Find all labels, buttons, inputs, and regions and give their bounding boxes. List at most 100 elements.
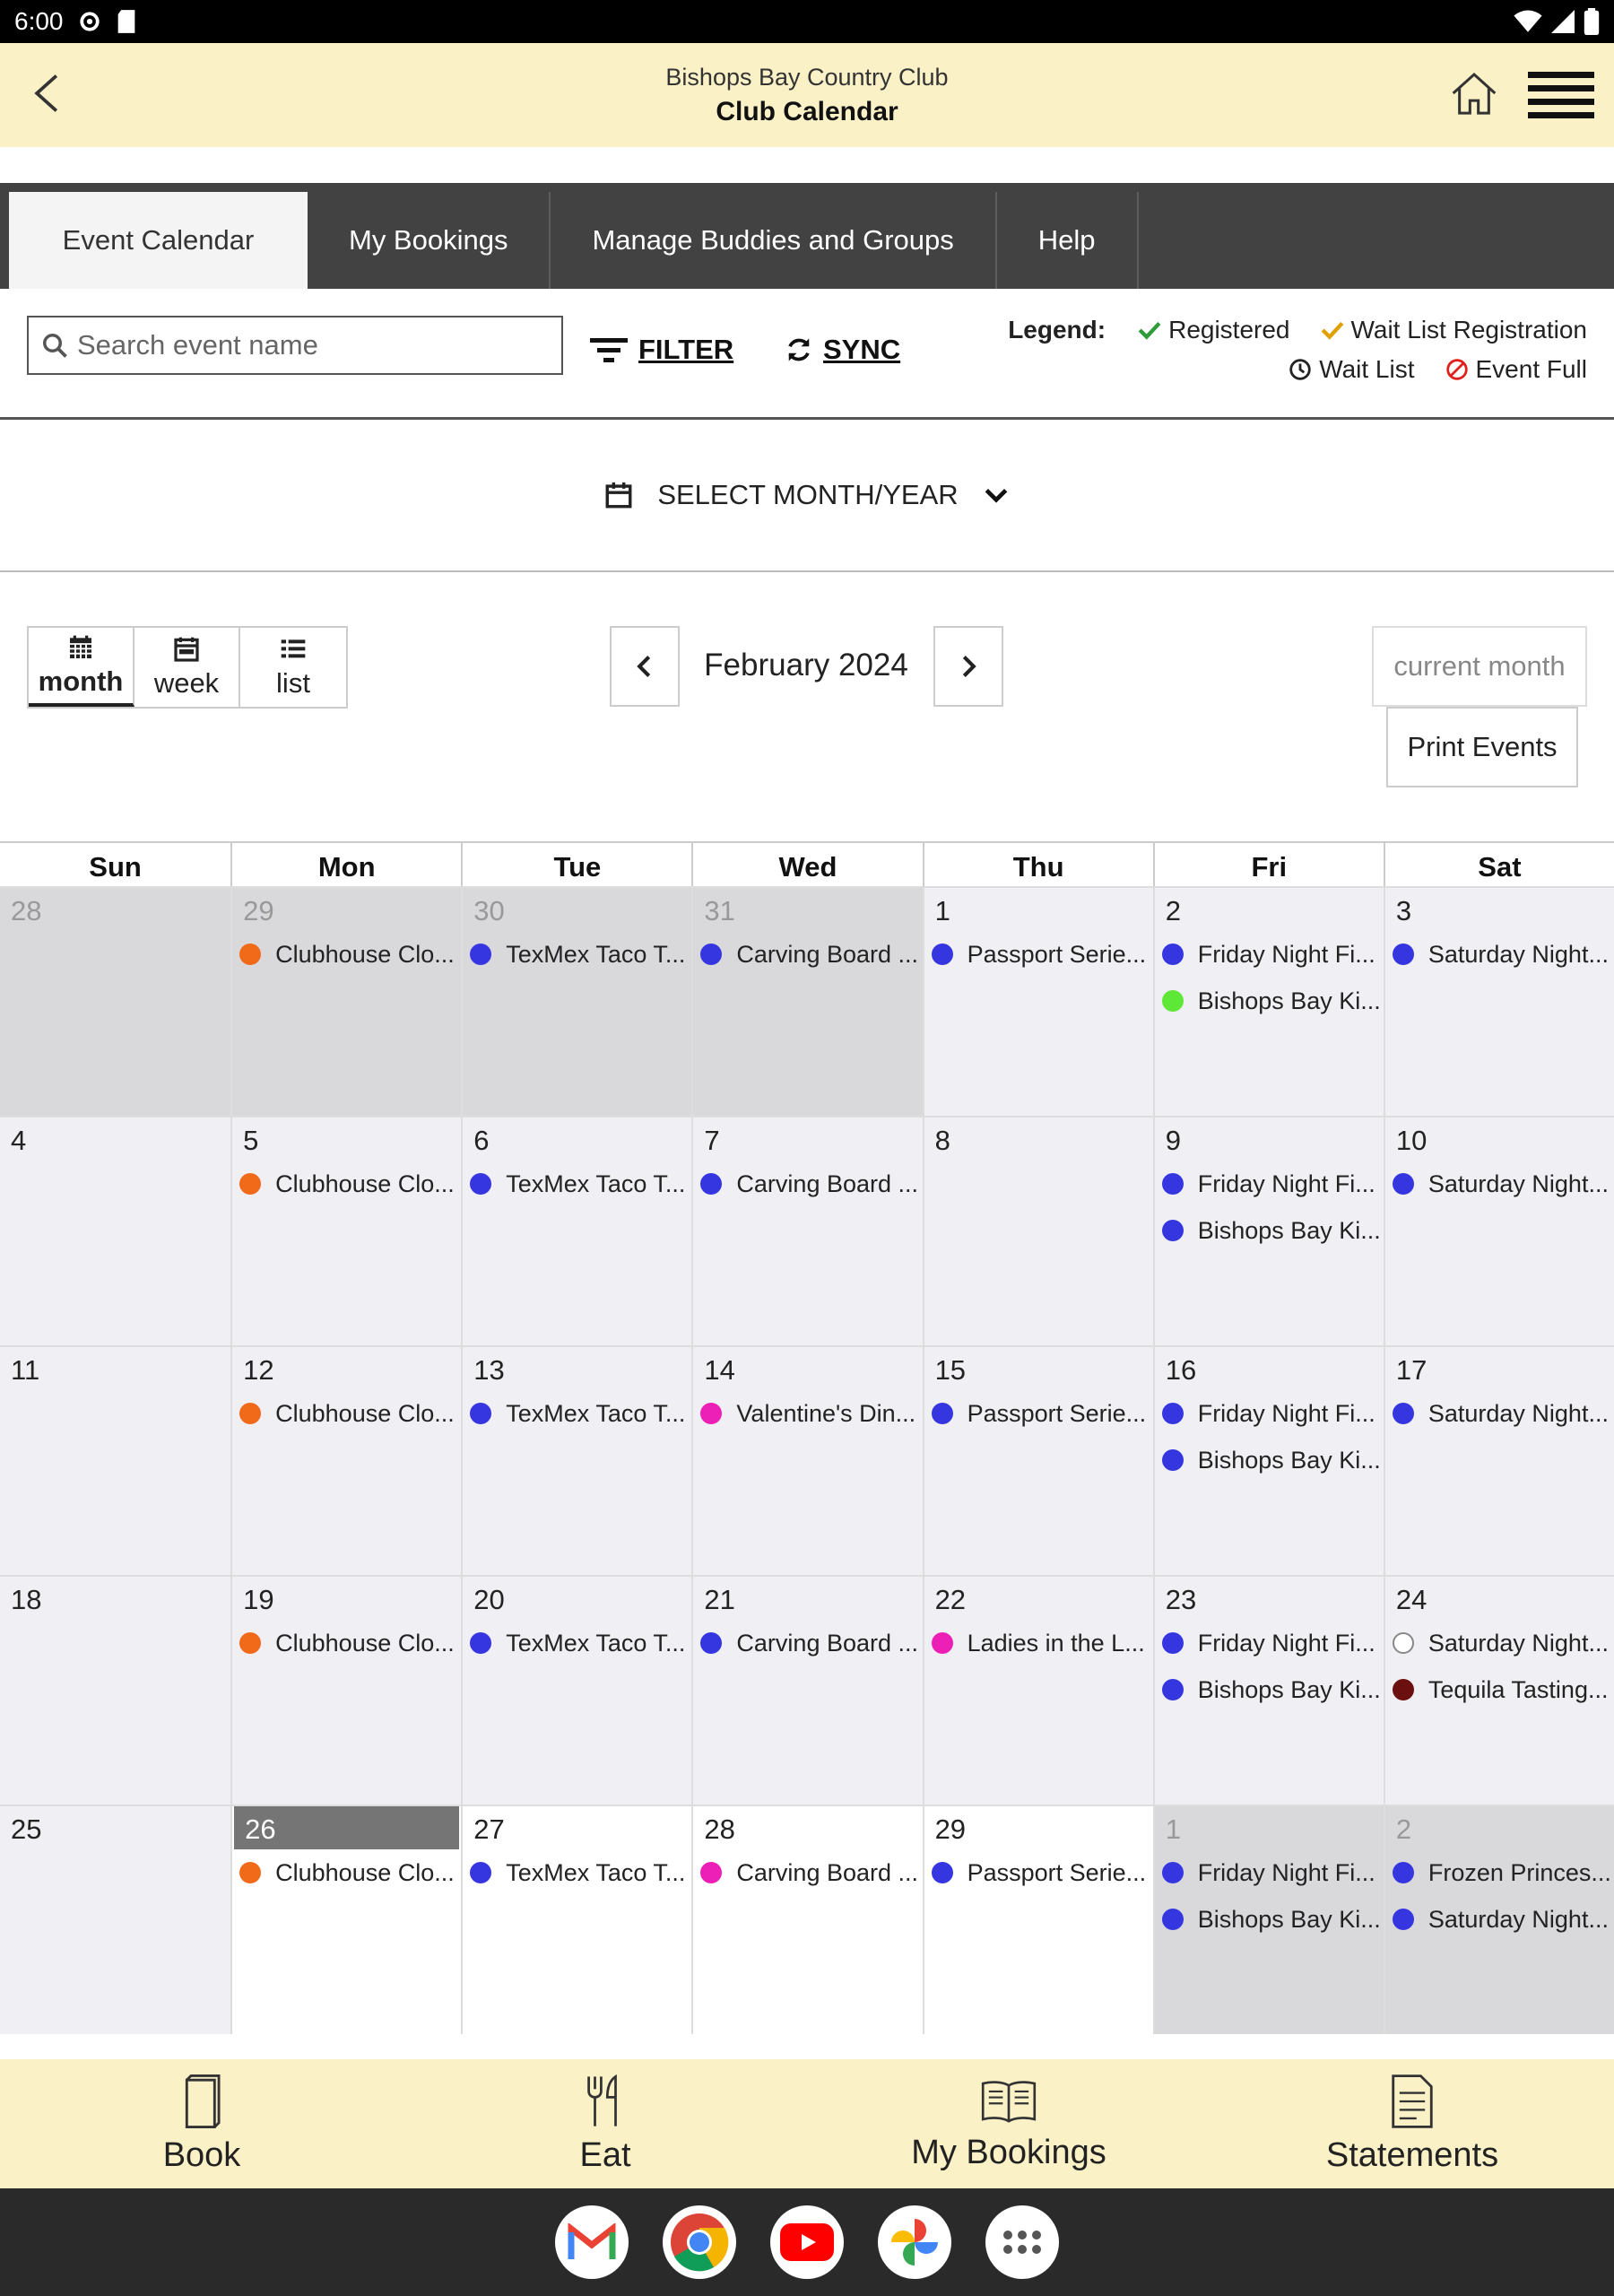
calendar-event[interactable]: Valentine's Din... <box>693 1390 922 1437</box>
calendar-event[interactable]: Clubhouse Clo... <box>232 1390 461 1437</box>
calendar-event[interactable]: Saturday Night... <box>1385 931 1614 978</box>
calendar-day[interactable]: 13 TexMex Taco T... <box>461 1345 692 1575</box>
calendar-day[interactable]: 26 Clubhouse Clo... <box>230 1805 462 2034</box>
calendar-day[interactable]: 8 <box>922 1116 1153 1345</box>
month-view-button[interactable]: month <box>29 628 134 707</box>
calendar-day[interactable]: 28 <box>0 886 231 1116</box>
month-year-selector[interactable]: SELECT MONTH/YEAR <box>0 420 1614 572</box>
calendar-day[interactable]: 22 Ladies in the L... <box>922 1575 1153 1805</box>
calendar-day[interactable]: 16 Friday Night Fi... Bishops Bay Ki... <box>1152 1345 1384 1575</box>
calendar-event[interactable]: Frozen Princes... <box>1385 1849 1614 1896</box>
nav-my-bookings[interactable]: My Bookings <box>807 2059 1210 2188</box>
calendar-event[interactable]: Passport Serie... <box>924 1849 1153 1896</box>
sync-button[interactable]: SYNC <box>785 334 900 366</box>
calendar-day[interactable]: 7 Carving Board ... <box>691 1116 923 1345</box>
calendar-day[interactable]: 15 Passport Serie... <box>922 1345 1153 1575</box>
calendar-event[interactable]: Saturday Night... <box>1385 1161 1614 1207</box>
print-events-button[interactable]: Print Events <box>1386 707 1578 787</box>
filter-button[interactable]: FILTER <box>590 334 733 366</box>
calendar-day[interactable]: 1 Passport Serie... <box>922 886 1153 1116</box>
photos-icon[interactable] <box>878 2205 951 2279</box>
nav-statements[interactable]: Statements <box>1210 2059 1614 2188</box>
calendar-day[interactable]: 10 Saturday Night... <box>1383 1116 1614 1345</box>
tab-help[interactable]: Help <box>997 192 1139 289</box>
calendar-day[interactable]: 14 Valentine's Din... <box>691 1345 923 1575</box>
calendar-event[interactable]: Saturday Night... <box>1385 1620 1614 1666</box>
calendar-event[interactable]: TexMex Taco T... <box>463 1849 691 1896</box>
calendar-day[interactable]: 28 Carving Board ... <box>691 1805 923 2034</box>
calendar-day[interactable]: 31 Carving Board ... <box>691 886 923 1116</box>
calendar-event[interactable]: TexMex Taco T... <box>463 1620 691 1666</box>
calendar-day[interactable]: 1 Friday Night Fi... Bishops Bay Ki... <box>1152 1805 1384 2034</box>
calendar-day[interactable]: 2 Friday Night Fi... Bishops Bay Ki... <box>1152 886 1384 1116</box>
week-view-button[interactable]: week <box>134 628 240 707</box>
nav-eat[interactable]: Eat <box>404 2059 807 2188</box>
calendar-day[interactable]: 29 Clubhouse Clo... <box>230 886 462 1116</box>
calendar-event[interactable]: Saturday Night... <box>1385 1390 1614 1437</box>
calendar-event[interactable]: TexMex Taco T... <box>463 931 691 978</box>
hamburger-menu-icon[interactable] <box>1528 70 1594 120</box>
calendar-day[interactable]: 12 Clubhouse Clo... <box>230 1345 462 1575</box>
calendar-day[interactable]: 18 <box>0 1575 231 1805</box>
calendar-event[interactable]: Tequila Tasting... <box>1385 1666 1614 1713</box>
back-arrow-icon[interactable] <box>25 70 68 117</box>
tab-my-bookings[interactable]: My Bookings <box>308 192 551 289</box>
calendar-day[interactable]: 21 Carving Board ... <box>691 1575 923 1805</box>
list-view-button[interactable]: list <box>240 628 346 707</box>
calendar-event[interactable]: Bishops Bay Ki... <box>1155 1666 1384 1713</box>
calendar-day[interactable]: 30 TexMex Taco T... <box>461 886 692 1116</box>
sync-icon <box>788 338 810 361</box>
calendar-event[interactable]: Friday Night Fi... <box>1155 1161 1384 1207</box>
nav-book[interactable]: Book <box>0 2059 404 2188</box>
event-title: Bishops Bay Ki... <box>1197 1675 1381 1703</box>
calendar-day[interactable]: 17 Saturday Night... <box>1383 1345 1614 1575</box>
calendar-event[interactable]: Clubhouse Clo... <box>232 1620 461 1666</box>
gmail-icon[interactable] <box>555 2205 629 2279</box>
calendar-event[interactable]: Carving Board ... <box>693 1849 922 1896</box>
calendar-event[interactable]: Ladies in the L... <box>924 1620 1153 1666</box>
tab-event-calendar[interactable]: Event Calendar <box>9 192 308 289</box>
calendar-event[interactable]: Bishops Bay Ki... <box>1155 1207 1384 1254</box>
calendar-event[interactable]: Friday Night Fi... <box>1155 1620 1384 1666</box>
calendar-event[interactable]: TexMex Taco T... <box>463 1161 691 1207</box>
prev-month-button[interactable] <box>610 626 680 707</box>
calendar-event[interactable]: Clubhouse Clo... <box>232 1849 461 1896</box>
calendar-event[interactable]: Clubhouse Clo... <box>232 1161 461 1207</box>
calendar-event[interactable]: Friday Night Fi... <box>1155 1390 1384 1437</box>
search-input[interactable] <box>77 329 561 361</box>
calendar-event[interactable]: TexMex Taco T... <box>463 1390 691 1437</box>
calendar-event[interactable]: Clubhouse Clo... <box>232 931 461 978</box>
calendar-event[interactable]: Carving Board ... <box>693 931 922 978</box>
next-month-button[interactable] <box>933 626 1003 707</box>
calendar-event[interactable]: Bishops Bay Ki... <box>1155 978 1384 1024</box>
calendar-event[interactable]: Friday Night Fi... <box>1155 931 1384 978</box>
tab-manage-buddies[interactable]: Manage Buddies and Groups <box>551 192 997 289</box>
home-icon[interactable] <box>1449 68 1499 118</box>
calendar-day[interactable]: 24 Saturday Night... Tequila Tasting... <box>1383 1575 1614 1805</box>
calendar-event[interactable]: Bishops Bay Ki... <box>1155 1437 1384 1483</box>
calendar-day[interactable]: 25 <box>0 1805 231 2034</box>
calendar-day[interactable]: 4 <box>0 1116 231 1345</box>
calendar-event[interactable]: Passport Serie... <box>924 1390 1153 1437</box>
calendar-day[interactable]: 9 Friday Night Fi... Bishops Bay Ki... <box>1152 1116 1384 1345</box>
calendar-day[interactable]: 2 Frozen Princes... Saturday Night... <box>1383 1805 1614 2034</box>
calendar-day[interactable]: 19 Clubhouse Clo... <box>230 1575 462 1805</box>
calendar-day[interactable]: 3 Saturday Night... <box>1383 886 1614 1116</box>
calendar-day[interactable]: 6 TexMex Taco T... <box>461 1116 692 1345</box>
calendar-day[interactable]: 23 Friday Night Fi... Bishops Bay Ki... <box>1152 1575 1384 1805</box>
current-month-button[interactable]: current month <box>1372 626 1587 707</box>
calendar-event[interactable]: Carving Board ... <box>693 1620 922 1666</box>
calendar-event[interactable]: Saturday Night... <box>1385 1896 1614 1943</box>
calendar-day[interactable]: 11 <box>0 1345 231 1575</box>
calendar-event[interactable]: Passport Serie... <box>924 931 1153 978</box>
calendar-day[interactable]: 27 TexMex Taco T... <box>461 1805 692 2034</box>
calendar-day[interactable]: 20 TexMex Taco T... <box>461 1575 692 1805</box>
calendar-day[interactable]: 29 Passport Serie... <box>922 1805 1153 2034</box>
chrome-icon[interactable] <box>663 2205 736 2279</box>
calendar-event[interactable]: Bishops Bay Ki... <box>1155 1896 1384 1943</box>
apps-icon[interactable] <box>985 2205 1059 2279</box>
calendar-event[interactable]: Carving Board ... <box>693 1161 922 1207</box>
calendar-event[interactable]: Friday Night Fi... <box>1155 1849 1384 1896</box>
youtube-icon[interactable] <box>770 2205 844 2279</box>
calendar-day[interactable]: 5 Clubhouse Clo... <box>230 1116 462 1345</box>
